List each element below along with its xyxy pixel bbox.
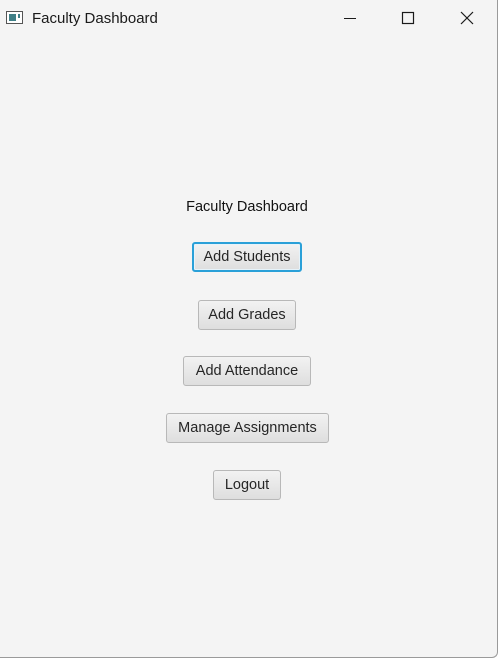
minimize-icon [344,18,356,19]
add-grades-button[interactable]: Add Grades [198,300,296,330]
app-icon [6,11,23,24]
close-button[interactable] [444,0,490,36]
window-title: Faculty Dashboard [32,10,158,27]
app-window: Faculty Dashboard Faculty Dashboard Add … [0,0,498,658]
minimize-button[interactable] [327,0,373,36]
maximize-button[interactable] [385,0,431,36]
maximize-icon [401,11,415,25]
add-attendance-button[interactable]: Add Attendance [183,356,311,386]
dashboard-heading: Faculty Dashboard [186,199,308,215]
title-bar[interactable]: Faculty Dashboard [0,0,497,36]
close-icon [460,11,474,25]
add-students-button[interactable]: Add Students [192,242,302,272]
logout-button[interactable]: Logout [213,470,281,500]
manage-assignments-button[interactable]: Manage Assignments [166,413,329,443]
